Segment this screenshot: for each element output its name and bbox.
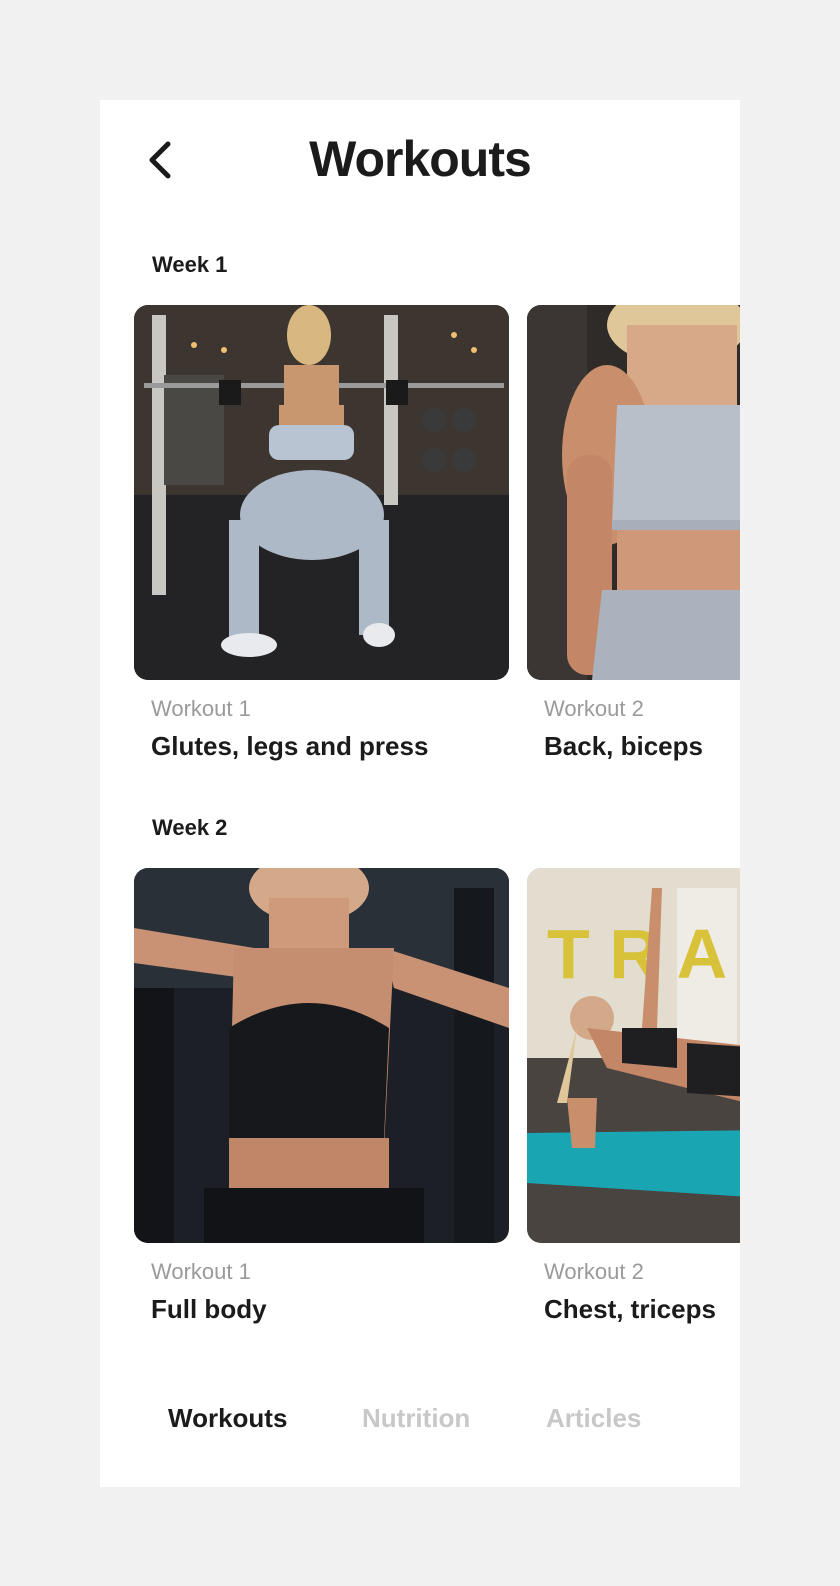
workout-card[interactable]: T R A Workout 2 Chest, triceps: [527, 868, 740, 1328]
page-title: Workouts: [309, 131, 532, 187]
tab-nutrition[interactable]: Nutrition: [362, 1402, 470, 1434]
workout-carousel[interactable]: Workout 1 Full body T R A Workout 2 Ches…: [134, 868, 740, 1328]
workout-title: Glutes, legs and press: [151, 731, 429, 761]
workout-card[interactable]: Workout 1 Glutes, legs and press: [134, 305, 509, 765]
workout-card[interactable]: Workout 1 Full body: [134, 868, 509, 1328]
workout-title: Back, biceps: [544, 731, 703, 761]
tab-bar: Workouts Nutrition Articles: [100, 1390, 740, 1450]
workout-image: [134, 305, 509, 680]
header: Workouts: [100, 100, 740, 230]
workouts-screen: Workouts Week 1 Workout 1 Glutes, legs a…: [100, 100, 740, 1487]
workout-image: [134, 868, 509, 1243]
tab-articles[interactable]: Articles: [546, 1402, 641, 1434]
workout-number: Workout 2: [544, 1259, 644, 1284]
week-title: Week 1: [152, 252, 228, 277]
workout-number: Workout 2: [544, 696, 644, 721]
week-title: Week 2: [152, 815, 228, 840]
workout-carousel[interactable]: Workout 1 Glutes, legs and press Workout…: [134, 305, 740, 765]
workout-image: T R A: [527, 868, 740, 1243]
workout-title: Chest, triceps: [544, 1294, 716, 1324]
tab-workouts[interactable]: Workouts: [168, 1402, 287, 1434]
workout-title: Full body: [151, 1294, 267, 1324]
workout-number: Workout 1: [151, 1259, 251, 1284]
workout-number: Workout 1: [151, 696, 251, 721]
workout-image: [527, 305, 740, 680]
svg-text:T R A: T R A: [547, 915, 727, 993]
workout-card[interactable]: Workout 2 Back, biceps: [527, 305, 740, 765]
